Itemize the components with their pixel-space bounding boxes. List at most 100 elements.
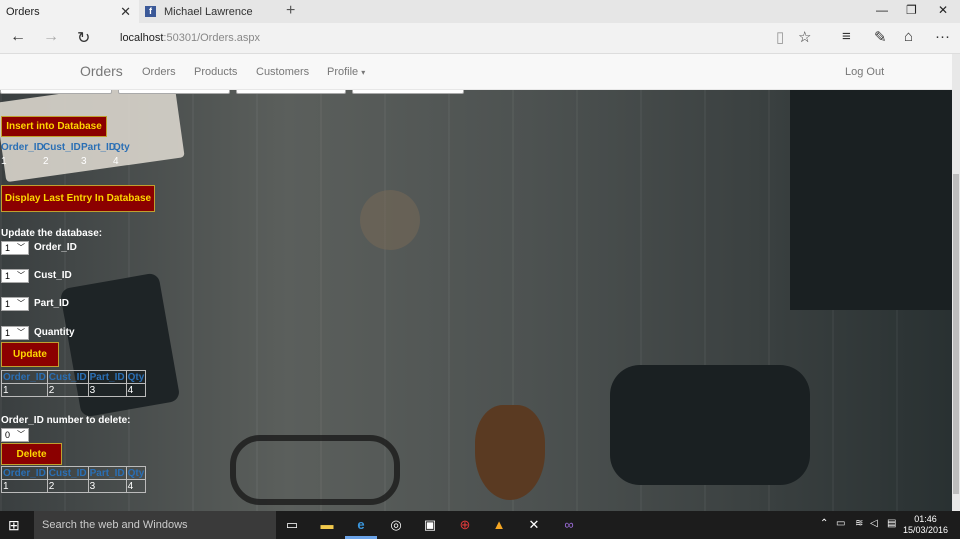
order-id-label: Order_ID: [34, 242, 77, 253]
header-part-id: Part_ID: [87, 466, 127, 480]
insert-button[interactable]: Insert into Database: [1, 116, 107, 137]
back-icon[interactable]: ←: [10, 28, 26, 46]
select-value: 0: [5, 430, 11, 440]
wifi-icon[interactable]: ≋: [855, 518, 863, 529]
minimize-icon[interactable]: —: [876, 3, 888, 17]
pinecone-image: [475, 405, 545, 500]
more-icon[interactable]: ···: [935, 28, 950, 45]
delete-button[interactable]: Delete: [1, 443, 62, 465]
media-icon[interactable]: ◎: [387, 516, 405, 534]
visual-studio-icon[interactable]: ∞: [560, 516, 578, 534]
windows-start-icon[interactable]: ⊞: [8, 517, 20, 534]
app-target-icon[interactable]: ⊕: [456, 516, 474, 534]
header-cust-id: Cust_ID: [46, 370, 89, 384]
order-id-input[interactable]: [0, 90, 112, 94]
chevron-down-icon: ﹀: [17, 271, 25, 280]
logout-link[interactable]: Log Out: [845, 66, 884, 78]
display-last-entry-button[interactable]: Display Last Entry In Database: [1, 185, 155, 212]
file-explorer-icon[interactable]: ▬: [318, 516, 336, 534]
refresh-icon[interactable]: ↻: [77, 28, 90, 48]
edge-icon[interactable]: e: [352, 516, 370, 534]
glasses-image: [230, 435, 400, 505]
nav-profile[interactable]: Profile ▾: [327, 66, 365, 78]
chevron-down-icon: ﹀: [17, 243, 25, 252]
restore-icon[interactable]: ❐: [906, 3, 917, 17]
header-order-id: Order_ID: [1, 370, 48, 384]
share-icon[interactable]: ⌂: [904, 28, 913, 45]
chevron-up-icon[interactable]: ⌃: [820, 518, 828, 529]
clock-time: 01:46: [914, 514, 937, 524]
grid-header-row: Order_ID Cust_ID Part_ID Qty: [1, 466, 147, 480]
binoculars-image: [610, 365, 810, 485]
chevron-down-icon: ﹀: [17, 328, 25, 337]
insert-grid-row: 1 2 3 4: [1, 156, 133, 167]
nav-orders[interactable]: Orders: [142, 66, 176, 78]
cell-order-id: 1: [1, 479, 48, 493]
header-order-id: Order_ID: [1, 142, 44, 153]
nav-profile-label: Profile: [327, 66, 359, 78]
scrollbar-thumb[interactable]: [953, 174, 959, 494]
update-button[interactable]: Update: [1, 342, 59, 367]
brand-link[interactable]: Orders: [80, 63, 123, 79]
header-qty: Qty: [125, 466, 147, 480]
select-value: 1: [5, 328, 11, 338]
select-value: 1: [5, 243, 11, 253]
delete-order-id-select[interactable]: 0 ﹀: [1, 428, 29, 442]
header-order-id: Order_ID: [1, 466, 48, 480]
cell-cust-id: 2: [46, 479, 89, 493]
task-view-icon[interactable]: ▭: [283, 516, 301, 534]
nav-products[interactable]: Products: [194, 66, 237, 78]
volume-icon[interactable]: ◁: [870, 518, 878, 529]
hub-icon[interactable]: ≡: [842, 28, 851, 45]
quantity-select[interactable]: 1 ﹀: [1, 326, 29, 340]
part-id-input[interactable]: [236, 90, 346, 94]
update-grid: Order_ID Cust_ID Part_ID Qty 1 2 3 4: [1, 370, 147, 397]
wood-knot: [360, 190, 420, 250]
qty-input[interactable]: [352, 90, 464, 94]
cell-order-id: 1: [1, 156, 7, 167]
battery-icon[interactable]: ▭: [836, 518, 845, 529]
web-note-icon[interactable]: ✎: [874, 28, 887, 46]
forward-icon[interactable]: →: [43, 28, 59, 46]
cust-id-input[interactable]: [118, 90, 230, 94]
vertical-scrollbar[interactable]: [952, 54, 960, 511]
nav-customers[interactable]: Customers: [256, 66, 309, 78]
vlc-icon[interactable]: ▲: [490, 516, 508, 534]
tab-orders[interactable]: Orders ✕: [0, 0, 139, 101]
address-bar: ← → ↻ localhost:50301/Orders.aspx ▯ ☆ ≡ …: [0, 23, 960, 54]
order-id-select[interactable]: 1 ﹀: [1, 241, 29, 255]
tab-strip: Orders ✕ f Michael Lawrence + — ❐ ✕: [0, 0, 960, 101]
system-clock[interactable]: 01:46 15/03/2016: [903, 514, 948, 536]
taskbar-search[interactable]: Search the web and Windows: [34, 511, 276, 539]
cell-part-id: 3: [87, 479, 127, 493]
new-tab-icon[interactable]: +: [286, 2, 295, 20]
url-path: :50301/Orders.aspx: [163, 32, 261, 44]
cell-part-id: 3: [87, 383, 127, 397]
site-navbar: Orders Orders Products Customers Profile…: [0, 54, 960, 90]
notifications-icon[interactable]: ▤: [887, 518, 896, 529]
url-host: localhost: [120, 32, 164, 44]
close-tab-icon[interactable]: ✕: [120, 4, 131, 20]
tab-facebook[interactable]: f Michael Lawrence: [139, 0, 280, 23]
close-window-icon[interactable]: ✕: [938, 3, 948, 17]
tab-label: Orders: [6, 5, 40, 18]
reading-view-icon[interactable]: ▯: [776, 28, 784, 46]
page-content: Insert into Database Order_ID Cust_ID Pa…: [0, 90, 960, 511]
select-value: 1: [5, 299, 11, 309]
part-id-select[interactable]: 1 ﹀: [1, 297, 29, 311]
part-id-label: Part_ID: [34, 298, 70, 309]
store-icon[interactable]: ▣: [421, 516, 439, 534]
quantity-label: Quantity: [34, 327, 75, 338]
insert-grid-header: Order_ID Cust_ID Part_ID Qty: [1, 142, 133, 153]
header-part-id: Part_ID: [81, 142, 117, 153]
cell-qty: 4: [125, 383, 147, 397]
tools-icon[interactable]: ✕: [525, 516, 543, 534]
update-title: Update the database:: [1, 228, 103, 239]
chevron-down-icon: ﹀: [17, 299, 25, 308]
cell-order-id: 1: [1, 383, 48, 397]
url-field[interactable]: localhost:50301/Orders.aspx: [120, 32, 260, 44]
cell-qty: 4: [113, 156, 119, 167]
favorite-star-icon[interactable]: ☆: [798, 28, 811, 46]
cust-id-select[interactable]: 1 ﹀: [1, 269, 29, 283]
table-row: 1 2 3 4: [1, 383, 147, 397]
